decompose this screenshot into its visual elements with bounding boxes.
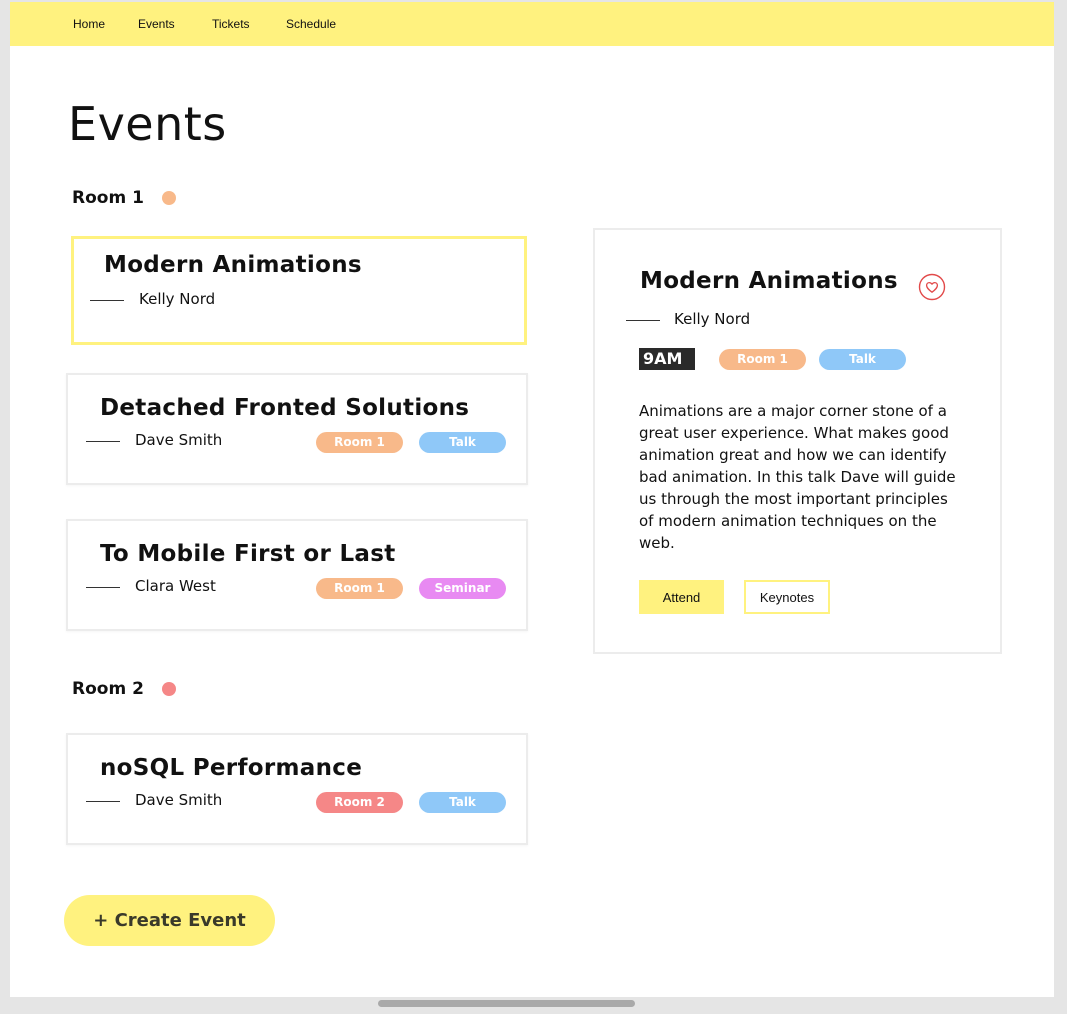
event-speaker: Dave Smith (135, 431, 223, 449)
attend-button[interactable]: Attend (639, 580, 724, 614)
speaker-divider (86, 801, 120, 802)
detail-speaker: Kelly Nord (674, 310, 751, 328)
nav-schedule[interactable]: Schedule (286, 17, 336, 31)
speaker-divider (86, 587, 120, 588)
horizontal-scrollbar[interactable] (378, 1000, 635, 1007)
speaker-divider (90, 300, 124, 301)
type-tag: Talk (419, 432, 506, 453)
speaker-divider (626, 320, 660, 321)
event-title: noSQL Performance (100, 755, 363, 781)
room-tag: Room 1 (316, 432, 403, 453)
create-event-button[interactable]: + Create Event (64, 895, 275, 946)
nav-events[interactable]: Events (138, 17, 175, 31)
event-title: Detached Fronted Solutions (100, 395, 470, 421)
room-tag: Room 1 (719, 349, 806, 370)
room-2-label: Room 2 (72, 679, 144, 699)
nav-tickets[interactable]: Tickets (212, 17, 250, 31)
nav-home[interactable]: Home (73, 17, 105, 31)
time-badge: 9AM (639, 348, 695, 370)
event-speaker: Clara West (135, 577, 216, 595)
heart-icon[interactable] (918, 273, 946, 301)
top-nav: Home Events Tickets Schedule (10, 2, 1054, 46)
type-tag: Talk (419, 792, 506, 813)
page-title: Events (68, 97, 227, 151)
event-card-detached-fronted-solutions[interactable]: Detached Fronted Solutions Dave Smith Ro… (66, 373, 528, 485)
type-tag: Seminar (419, 578, 506, 599)
room-2-dot (161, 682, 176, 696)
room-1-label: Room 1 (72, 188, 144, 208)
page: Home Events Tickets Schedule Events Room… (10, 2, 1054, 997)
event-speaker: Dave Smith (135, 791, 223, 809)
event-title: To Mobile First or Last (100, 541, 396, 567)
detail-title: Modern Animations (640, 268, 898, 294)
speaker-divider (86, 441, 120, 442)
event-card-mobile-first[interactable]: To Mobile First or Last Clara West Room … (66, 519, 528, 631)
event-title: Modern Animations (104, 252, 362, 278)
keynotes-button[interactable]: Keynotes (744, 580, 830, 614)
event-card-modern-animations[interactable]: Modern Animations Kelly Nord (71, 236, 527, 345)
room-1-dot (161, 191, 176, 205)
event-speaker: Kelly Nord (139, 290, 216, 308)
detail-description: Animations are a major corner stone of a… (639, 402, 956, 552)
room-tag: Room 2 (316, 792, 403, 813)
room-tag: Room 1 (316, 578, 403, 599)
event-card-nosql-performance[interactable]: noSQL Performance Dave Smith Room 2 Talk (66, 733, 528, 845)
type-tag: Talk (819, 349, 906, 370)
room-2-header: Room 2 (72, 679, 176, 699)
event-detail-panel: Modern Animations Kelly Nord 9AM Room 1 … (593, 228, 1002, 654)
room-1-header: Room 1 (72, 188, 176, 208)
